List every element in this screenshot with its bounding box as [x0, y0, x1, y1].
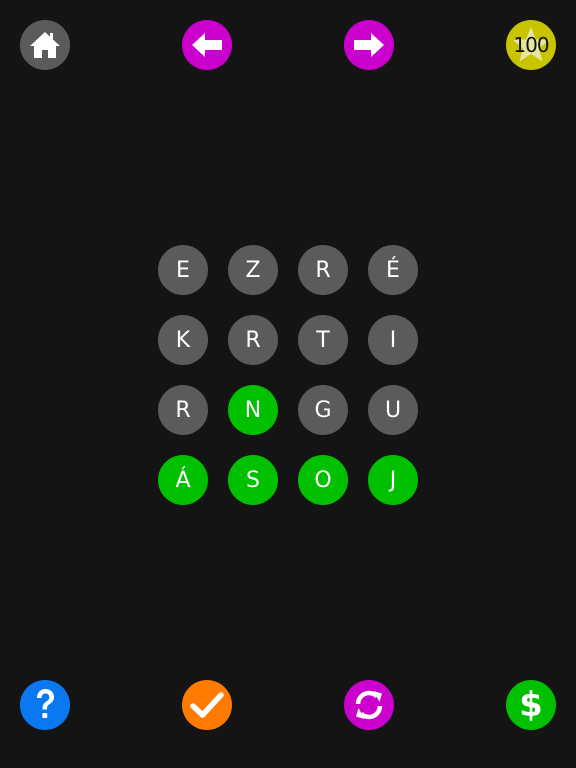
arrow-left-icon	[192, 33, 222, 57]
previous-button[interactable]	[182, 20, 232, 70]
letter-tile-selected[interactable]: J	[368, 455, 418, 505]
letter-tile[interactable]: T	[298, 315, 348, 365]
letter-tile[interactable]: E	[158, 245, 208, 295]
letter-tile-selected[interactable]: Á	[158, 455, 208, 505]
letter-tile[interactable]: K	[158, 315, 208, 365]
refresh-icon	[355, 690, 383, 720]
letter-tile[interactable]: Z	[228, 245, 278, 295]
shop-button[interactable]: $	[506, 680, 556, 730]
next-button[interactable]	[344, 20, 394, 70]
dollar-icon: $	[519, 685, 543, 725]
letter-grid: EZRÉKRTIRNGUÁSOJ	[158, 245, 418, 505]
score-badge[interactable]: 100	[506, 20, 556, 70]
shuffle-button[interactable]	[344, 680, 394, 730]
submit-word-button[interactable]	[182, 680, 232, 730]
letter-tile-selected[interactable]: S	[228, 455, 278, 505]
letter-tile[interactable]: I	[368, 315, 418, 365]
house-icon	[30, 32, 60, 58]
checkmark-icon	[190, 692, 224, 718]
home-button[interactable]	[20, 20, 70, 70]
letter-tile-selected[interactable]: N	[228, 385, 278, 435]
letter-tile[interactable]: R	[228, 315, 278, 365]
letter-tile[interactable]: R	[158, 385, 208, 435]
score-value: 100	[513, 33, 549, 57]
question-mark-icon	[37, 689, 54, 718]
arrow-right-icon	[354, 33, 384, 57]
letter-tile-selected[interactable]: O	[298, 455, 348, 505]
game-screen: 100 EZRÉKRTIRNGUÁSOJ $	[0, 0, 576, 768]
help-button[interactable]	[20, 680, 70, 730]
letter-tile[interactable]: U	[368, 385, 418, 435]
letter-tile[interactable]: G	[298, 385, 348, 435]
letter-tile[interactable]: R	[298, 245, 348, 295]
letter-tile[interactable]: É	[368, 245, 418, 295]
